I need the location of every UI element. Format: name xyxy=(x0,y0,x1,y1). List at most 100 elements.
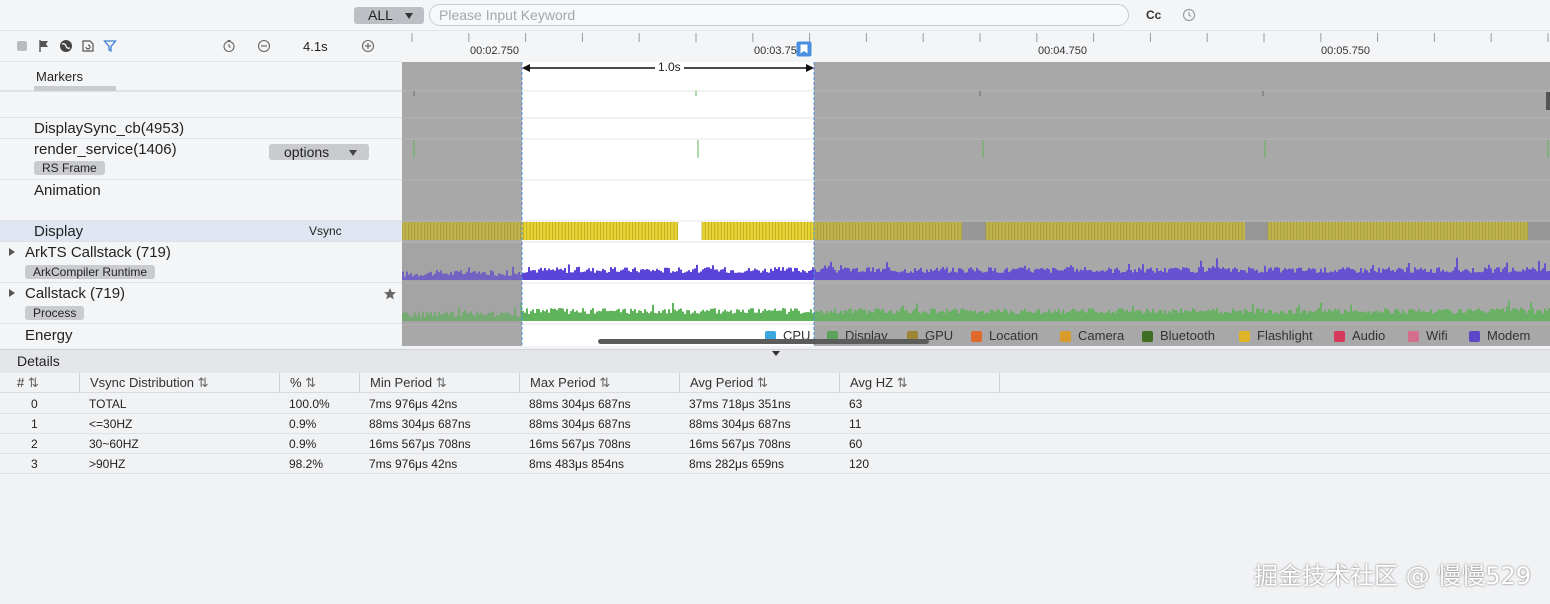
track-row-animation[interactable]: Animation xyxy=(0,180,402,221)
legend-swatch xyxy=(1408,331,1419,342)
callstack-bar xyxy=(918,269,920,280)
callstack-bar xyxy=(822,268,824,280)
callstack-bar xyxy=(1524,270,1526,280)
callstack-bar xyxy=(1490,268,1492,280)
callstack-bar xyxy=(532,270,534,280)
callstack-bar xyxy=(1244,270,1246,280)
expand-icon[interactable] xyxy=(9,248,15,256)
callstack-bar xyxy=(1246,310,1248,321)
callstack-bar xyxy=(740,272,742,280)
column-header[interactable]: % ⇅ xyxy=(280,373,360,393)
callstack-bar xyxy=(1020,310,1022,321)
track-row-callstack[interactable]: Callstack (719) Process xyxy=(0,283,402,324)
column-header[interactable]: Max Period ⇅ xyxy=(520,373,680,393)
callstack-bar xyxy=(958,268,960,280)
options-dropdown[interactable]: options xyxy=(269,144,369,160)
callstack-bar xyxy=(1468,308,1470,321)
sort-icon[interactable]: ⇅ xyxy=(432,375,447,390)
callstack-bar xyxy=(632,310,634,321)
expand-icon[interactable] xyxy=(9,289,15,297)
sort-icon[interactable]: ⇅ xyxy=(753,375,768,390)
callstack-bar xyxy=(524,312,526,321)
clock-icon[interactable] xyxy=(1182,8,1196,22)
callstack-bar xyxy=(1194,272,1196,280)
globe-icon[interactable] xyxy=(59,39,73,53)
callstack-bar xyxy=(1352,311,1354,321)
zoom-in-icon[interactable] xyxy=(361,39,375,53)
track-row-markers[interactable]: Markers xyxy=(0,62,402,92)
callstack-bar xyxy=(1384,269,1386,280)
callstack-bar xyxy=(880,310,882,321)
column-header[interactable]: Vsync Distribution ⇅ xyxy=(80,373,280,393)
track-row-displaysync[interactable]: DisplaySync_cb(4953) xyxy=(0,118,402,139)
callstack-bar xyxy=(1142,313,1144,321)
callstack-bar xyxy=(1454,267,1456,280)
filter-icon[interactable] xyxy=(103,39,117,53)
callstack-bar xyxy=(1436,268,1438,280)
callstack-bar xyxy=(1078,271,1080,280)
callstack-bar xyxy=(1502,268,1504,280)
callstack-bar xyxy=(806,272,808,280)
callstack-bar xyxy=(856,310,858,321)
callstack-bar xyxy=(1476,309,1478,321)
horizontal-scrollbar[interactable] xyxy=(598,339,929,344)
callstack-bar xyxy=(1082,309,1084,321)
table-header: # ⇅ Vsync Distribution ⇅% ⇅ Min Period ⇅ Ma… xyxy=(0,373,1550,393)
track-label: Animation xyxy=(34,182,101,199)
match-case-toggle[interactable]: Cc xyxy=(1146,8,1161,22)
callstack-bar xyxy=(1096,311,1098,321)
column-header[interactable]: # ⇅ xyxy=(0,373,80,393)
callstack-bar xyxy=(1122,308,1124,321)
star-icon[interactable] xyxy=(383,287,397,301)
callstack-bar xyxy=(1486,268,1488,280)
sort-icon[interactable]: ⇅ xyxy=(893,375,908,390)
table-cell: 16ms 567μs 708ns xyxy=(689,437,791,451)
flag-icon[interactable] xyxy=(37,39,51,53)
stop-icon[interactable] xyxy=(15,39,29,53)
collapse-icon[interactable] xyxy=(772,351,780,356)
callstack-bar xyxy=(644,269,646,280)
table-cell: 11 xyxy=(849,417,862,431)
callstack-bar xyxy=(976,313,978,321)
callstack-bar xyxy=(732,270,734,280)
callstack-bar xyxy=(1200,310,1202,321)
refresh-icon[interactable] xyxy=(81,39,95,53)
callstack-bar xyxy=(892,313,894,321)
time-ruler[interactable]: 00:02.750 00:03.750 00:04.750 00:05.750 xyxy=(402,31,1550,62)
table-row[interactable]: 3 >90HZ 98.2% 7ms 976μs 42ns 8ms 483μs 854ns… xyxy=(0,454,1550,474)
track-row-arkts[interactable]: ArkTS Callstack (719) ArkCompiler Runtim… xyxy=(0,242,402,283)
track-row-render-service[interactable]: render_service(1406) RS Frame options xyxy=(0,139,402,180)
callstack-bar xyxy=(790,267,792,280)
sort-icon[interactable]: ⇅ xyxy=(194,375,209,390)
callstack-bar xyxy=(594,313,596,321)
column-header[interactable]: Avg HZ ⇅ xyxy=(840,373,1000,393)
callstack-bar xyxy=(1082,270,1084,280)
sort-icon[interactable]: ⇅ xyxy=(24,375,39,390)
callstack-bar xyxy=(1430,309,1432,321)
bookmark-icon[interactable] xyxy=(796,41,812,57)
trace-canvas[interactable]: CPU Display GPU Location Camera Bluetooth Flas… xyxy=(402,62,1550,346)
search-input[interactable] xyxy=(429,4,1129,26)
callstack-bar xyxy=(1362,272,1364,280)
column-header[interactable]: Min Period ⇅ xyxy=(360,373,520,393)
callstack-bar xyxy=(1164,310,1166,321)
table-row[interactable]: 1 <=30HZ 0.9% 88ms 304μs 687ns 88ms 304μs 68… xyxy=(0,414,1550,434)
track-row-energy[interactable]: Energy xyxy=(0,324,402,346)
table-row[interactable]: 2 30~60HZ 0.9% 16ms 567μs 708ns 16ms 567μs 7… xyxy=(0,434,1550,454)
callstack-bar xyxy=(844,310,846,321)
callstack-bar xyxy=(1278,313,1280,321)
zoom-out-icon[interactable] xyxy=(257,39,271,53)
callstack-bar xyxy=(626,312,628,321)
callstack-bar xyxy=(1186,267,1188,280)
track-row-display[interactable]: Display Vsync xyxy=(0,221,402,242)
callstack-bar xyxy=(1252,303,1254,321)
column-header[interactable]: Avg Period ⇅ xyxy=(680,373,840,393)
filter-dropdown[interactable]: ALL xyxy=(354,7,424,24)
timer-icon[interactable] xyxy=(222,39,236,53)
sort-icon[interactable]: ⇅ xyxy=(302,375,316,390)
callstack-bar xyxy=(858,272,860,280)
track-label: ArkTS Callstack (719) xyxy=(25,244,171,261)
table-row[interactable]: 0 TOTAL 100.0% 7ms 976μs 42ns 88ms 304μs 687… xyxy=(0,394,1550,414)
callstack-bar xyxy=(1294,272,1296,280)
sort-icon[interactable]: ⇅ xyxy=(596,375,610,390)
